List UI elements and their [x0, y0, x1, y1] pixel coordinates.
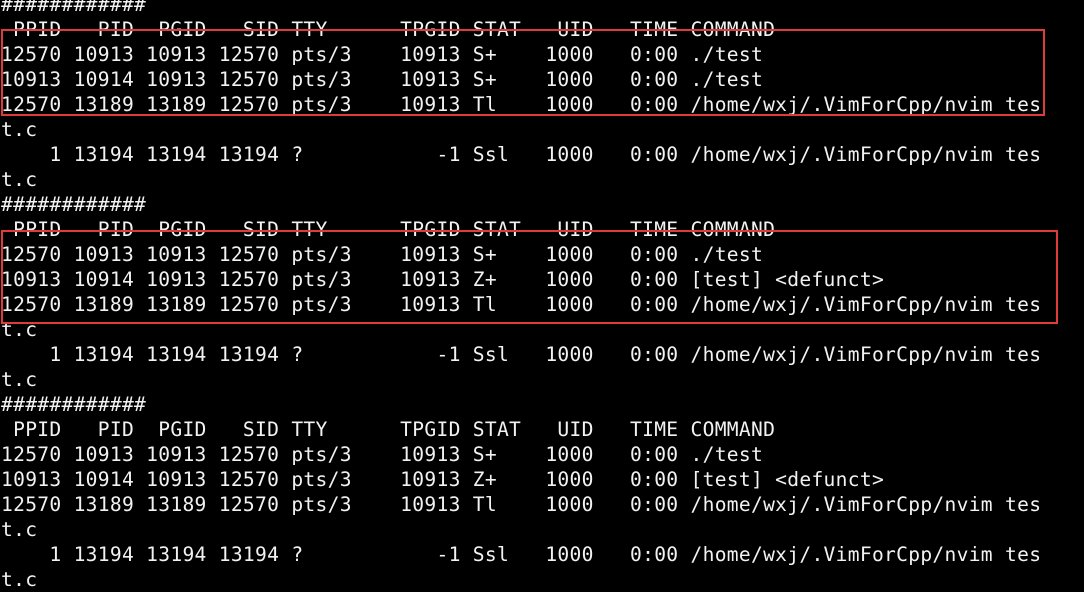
process-row: 10913 10914 10913 12570 pts/3 10913 S+ 1… [1, 68, 764, 91]
separator-line: ############ [1, 193, 147, 216]
ps-header-row: PPID PID PGID SID TTY TPGID STAT UID TIM… [1, 18, 776, 41]
process-row-continuation: t.c [1, 318, 38, 341]
separator-line: ############ [1, 0, 147, 16]
separator-line: ############ [1, 393, 147, 416]
process-row-continuation: t.c [1, 368, 38, 391]
process-row: 1 13194 13194 13194 ? -1 Ssl 1000 0:00 /… [1, 143, 1042, 166]
process-row: 12570 10913 10913 12570 pts/3 10913 S+ 1… [1, 43, 764, 66]
process-row: 12570 13189 13189 12570 pts/3 10913 Tl 1… [1, 293, 1042, 316]
process-row-continuation: t.c [1, 118, 38, 141]
process-row-continuation: t.c [1, 168, 38, 191]
process-row: 10913 10914 10913 12570 pts/3 10913 Z+ 1… [1, 468, 885, 491]
process-row: 1 13194 13194 13194 ? -1 Ssl 1000 0:00 /… [1, 543, 1042, 566]
ps-header-row: PPID PID PGID SID TTY TPGID STAT UID TIM… [1, 218, 776, 241]
process-row: 10913 10914 10913 12570 pts/3 10913 Z+ 1… [1, 268, 885, 291]
process-row: 12570 10913 10913 12570 pts/3 10913 S+ 1… [1, 443, 764, 466]
terminal-window[interactable]: ############ PPID PID PGID SID TTY TPGID… [0, 0, 1084, 591]
process-row: 12570 10913 10913 12570 pts/3 10913 S+ 1… [1, 243, 764, 266]
ps-header-row: PPID PID PGID SID TTY TPGID STAT UID TIM… [1, 418, 776, 441]
process-row: 12570 13189 13189 12570 pts/3 10913 Tl 1… [1, 493, 1042, 516]
process-row: 12570 13189 13189 12570 pts/3 10913 Tl 1… [1, 93, 1042, 116]
process-row: 1 13194 13194 13194 ? -1 Ssl 1000 0:00 /… [1, 343, 1042, 366]
process-row-continuation: t.c [1, 518, 38, 541]
process-row-continuation: t.c [1, 568, 38, 591]
